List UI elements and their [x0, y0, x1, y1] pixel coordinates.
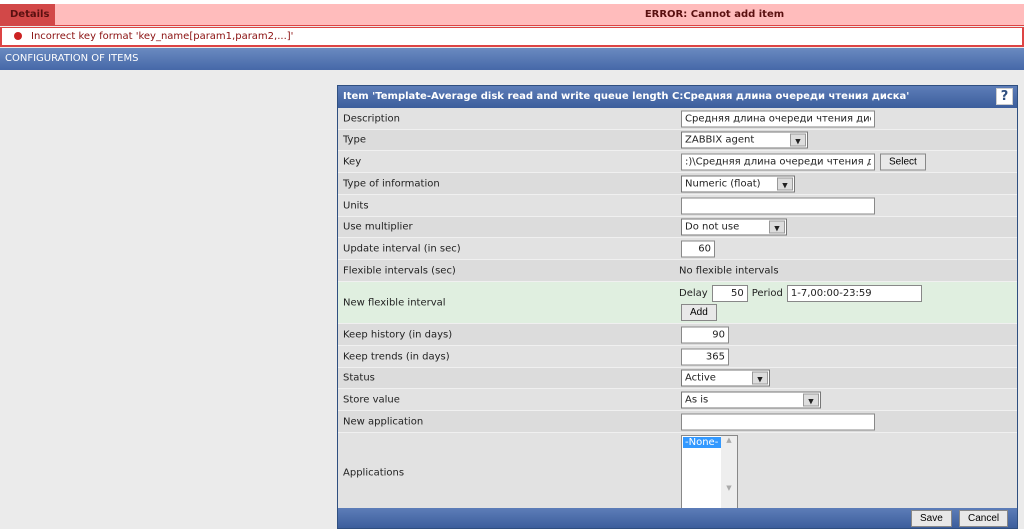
history-input[interactable] [681, 326, 729, 343]
error-title: ERROR: Cannot add item [644, 9, 785, 20]
key-input[interactable] [681, 153, 875, 170]
status-select[interactable]: Active ▼ [681, 369, 770, 387]
row-type-info: Type of information Numeric (float) ▼ [338, 173, 1017, 195]
details-tab[interactable]: Details [0, 4, 55, 26]
chevron-down-icon: ▼ [769, 220, 785, 234]
label: Status [343, 372, 375, 384]
form-header: Item 'Template-Average disk read and wri… [338, 86, 1017, 108]
row-type: Type ZABBIX agent ▼ [338, 130, 1017, 151]
label: Keep trends (in days) [343, 351, 450, 362]
row-description: Description [338, 108, 1017, 130]
error-message: Incorrect key format 'key_name[param1,pa… [0, 27, 1024, 47]
selected: Numeric (float) [685, 178, 761, 189]
label: New application [343, 416, 424, 427]
row-key: Key Select [338, 151, 1017, 173]
cancel-button[interactable]: Cancel [959, 510, 1009, 527]
form-footer: Save Cancel [338, 508, 1017, 528]
chevron-down-icon: ▼ [752, 371, 768, 385]
type-info-select[interactable]: Numeric (float) ▼ [681, 175, 795, 192]
row-interval: Update interval (in sec) [338, 238, 1017, 260]
selected: Do not use [685, 221, 740, 233]
chevron-down-icon: ▼ [777, 177, 793, 190]
label: Keep history (in days) [343, 329, 453, 340]
label: Description [343, 113, 400, 124]
scrollbar[interactable]: ▲ ▼ [721, 435, 737, 510]
label: Flexible intervals (sec) [343, 265, 456, 276]
units-input[interactable] [681, 197, 875, 214]
error-bar: ERROR: Cannot add item Details [0, 4, 1024, 26]
delay-input[interactable] [711, 285, 748, 302]
row-new-flex: New flexible interval Delay Period Add [338, 282, 1017, 324]
label: Use multiplier [343, 221, 413, 233]
help-icon[interactable]: ? [996, 88, 1013, 105]
error-text: Incorrect key format 'key_name[param1,pa… [31, 31, 294, 42]
row-applications: Applications -None- ▲ ▼ [338, 433, 1017, 513]
row-units: Units [338, 195, 1017, 217]
description-input[interactable] [681, 110, 875, 127]
select-button[interactable]: Select [880, 153, 926, 170]
period-label: Period [751, 288, 783, 299]
selected: ZABBIX agent [685, 134, 755, 146]
label: Store value [343, 394, 400, 405]
list-option[interactable]: -None- [683, 436, 721, 448]
label: Type [343, 134, 366, 146]
store-select[interactable]: As is ▼ [681, 391, 821, 408]
add-button[interactable]: Add [681, 304, 717, 321]
row-store: Store value As is ▼ [338, 389, 1017, 411]
row-new-app: New application [338, 411, 1017, 433]
error-icon [14, 32, 22, 40]
multiplier-select[interactable]: Do not use ▼ [681, 218, 787, 236]
row-status: Status Active ▼ [338, 368, 1017, 389]
section-title: CONFIGURATION OF ITEMS [0, 48, 1024, 70]
label: Key [343, 156, 362, 167]
trends-input[interactable] [681, 348, 729, 365]
label: Units [343, 200, 369, 211]
label: Update interval (in sec) [343, 243, 461, 254]
item-form: Item 'Template-Average disk read and wri… [337, 85, 1018, 529]
label: Type of information [343, 178, 440, 189]
chevron-down-icon: ▼ [790, 133, 806, 147]
interval-input[interactable] [681, 240, 715, 257]
row-trends: Keep trends (in days) [338, 346, 1017, 368]
selected: As is [685, 394, 709, 405]
row-flex: Flexible intervals (sec) No flexible inte… [338, 260, 1017, 282]
new-application-input[interactable] [681, 413, 875, 430]
save-button[interactable]: Save [911, 510, 952, 527]
applications-list[interactable]: -None- ▲ ▼ [681, 434, 738, 511]
chevron-down-icon: ▼ [803, 393, 819, 406]
flex-value: No flexible intervals [679, 265, 779, 276]
form-title: Item 'Template-Average disk read and wri… [343, 91, 910, 102]
row-history: Keep history (in days) [338, 324, 1017, 346]
label: Applications [343, 467, 405, 478]
period-input[interactable] [786, 285, 922, 302]
label: New flexible interval [343, 297, 446, 308]
row-multiplier: Use multiplier Do not use ▼ [338, 217, 1017, 238]
selected: Active [685, 372, 716, 384]
delay-label: Delay [679, 288, 708, 299]
type-select[interactable]: ZABBIX agent ▼ [681, 131, 808, 149]
